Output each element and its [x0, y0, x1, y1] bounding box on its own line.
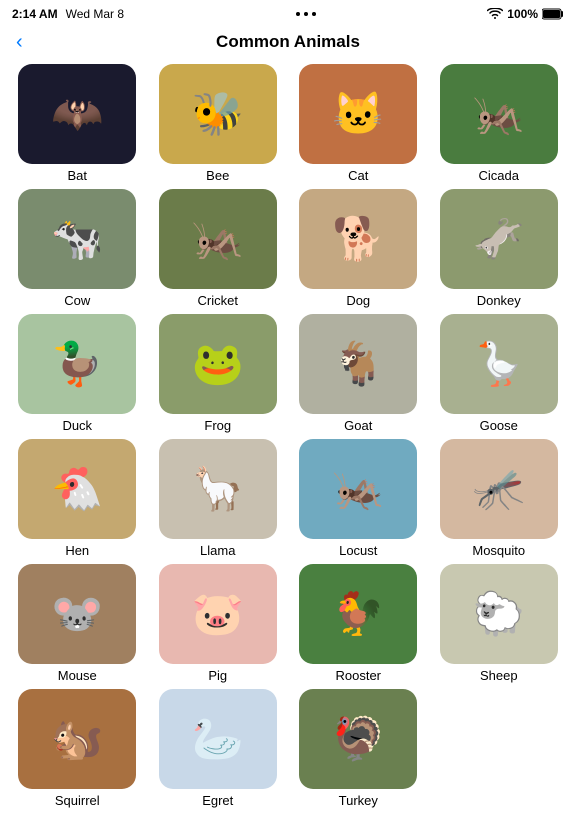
animals-grid: 🦇 Bat 🐝 Bee 🐱 Cat 🦗 Cicada 🐄 Cow 🦗 Cricket 🐕 Dog 🫏 Donk…: [0, 60, 576, 824]
status-bar: 2:14 AM Wed Mar 8 100%: [0, 0, 576, 28]
animal-label-rooster: Rooster: [335, 668, 381, 683]
animal-cell-egret[interactable]: 🦢 Egret: [151, 689, 286, 808]
animal-image-duck: 🦆: [18, 314, 136, 414]
animal-cell-cicada[interactable]: 🦗 Cicada: [432, 64, 567, 183]
animal-label-squirrel: Squirrel: [55, 793, 100, 808]
animal-image-cat: 🐱: [299, 64, 417, 164]
animal-label-locust: Locust: [339, 543, 377, 558]
animal-label-pig: Pig: [208, 668, 227, 683]
animal-label-cow: Cow: [64, 293, 90, 308]
animal-image-bat: 🦇: [18, 64, 136, 164]
animal-label-hen: Hen: [65, 543, 89, 558]
animal-label-frog: Frog: [204, 418, 231, 433]
animal-cell-goose[interactable]: 🪿 Goose: [432, 314, 567, 433]
animal-cell-mouse[interactable]: 🐭 Mouse: [10, 564, 145, 683]
back-button[interactable]: ‹: [16, 31, 23, 54]
animal-image-cow: 🐄: [18, 189, 136, 289]
animal-label-mouse: Mouse: [58, 668, 97, 683]
animal-image-dog: 🐕: [299, 189, 417, 289]
animal-image-locust: 🦗: [299, 439, 417, 539]
animal-cell-donkey[interactable]: 🫏 Donkey: [432, 189, 567, 308]
animal-image-frog: 🐸: [159, 314, 277, 414]
animal-image-sheep: 🐑: [440, 564, 558, 664]
animal-image-bee: 🐝: [159, 64, 277, 164]
animal-cell-turkey[interactable]: 🦃 Turkey: [291, 689, 426, 808]
animal-cell-frog[interactable]: 🐸 Frog: [151, 314, 286, 433]
page-title: Common Animals: [216, 32, 360, 52]
animal-label-bat: Bat: [67, 168, 87, 183]
animal-cell-hen[interactable]: 🐔 Hen: [10, 439, 145, 558]
battery: 100%: [507, 7, 538, 21]
animal-image-cicada: 🦗: [440, 64, 558, 164]
battery-icon: [542, 8, 564, 20]
animal-image-cricket: 🦗: [159, 189, 277, 289]
animal-cell-cow[interactable]: 🐄 Cow: [10, 189, 145, 308]
animal-label-dog: Dog: [346, 293, 370, 308]
animal-cell-pig[interactable]: 🐷 Pig: [151, 564, 286, 683]
status-right: 100%: [487, 7, 564, 21]
animal-image-donkey: 🫏: [440, 189, 558, 289]
animal-label-mosquito: Mosquito: [472, 543, 525, 558]
animal-label-goat: Goat: [344, 418, 372, 433]
animal-cell-locust[interactable]: 🦗 Locust: [291, 439, 426, 558]
animal-cell-cricket[interactable]: 🦗 Cricket: [151, 189, 286, 308]
animal-cell-duck[interactable]: 🦆 Duck: [10, 314, 145, 433]
animal-label-duck: Duck: [62, 418, 92, 433]
animal-label-cricket: Cricket: [198, 293, 238, 308]
animal-image-mouse: 🐭: [18, 564, 136, 664]
animal-cell-bee[interactable]: 🐝 Bee: [151, 64, 286, 183]
animal-image-goat: 🐐: [299, 314, 417, 414]
animal-image-pig: 🐷: [159, 564, 277, 664]
animal-image-llama: 🦙: [159, 439, 277, 539]
nav-bar: ‹ Common Animals: [0, 28, 576, 60]
animal-image-rooster: 🐓: [299, 564, 417, 664]
animal-label-bee: Bee: [206, 168, 229, 183]
animal-image-egret: 🦢: [159, 689, 277, 789]
animal-label-cicada: Cicada: [479, 168, 519, 183]
animal-image-turkey: 🦃: [299, 689, 417, 789]
time: 2:14 AM: [12, 7, 58, 21]
animal-label-egret: Egret: [202, 793, 233, 808]
animal-label-goose: Goose: [480, 418, 518, 433]
animal-image-hen: 🐔: [18, 439, 136, 539]
animal-cell-goat[interactable]: 🐐 Goat: [291, 314, 426, 433]
animal-cell-rooster[interactable]: 🐓 Rooster: [291, 564, 426, 683]
animal-image-goose: 🪿: [440, 314, 558, 414]
status-dots: [296, 12, 316, 16]
animal-image-mosquito: 🦟: [440, 439, 558, 539]
status-left: 2:14 AM Wed Mar 8: [12, 7, 124, 21]
animal-label-turkey: Turkey: [339, 793, 378, 808]
animal-cell-llama[interactable]: 🦙 Llama: [151, 439, 286, 558]
animal-label-sheep: Sheep: [480, 668, 518, 683]
animal-label-llama: Llama: [200, 543, 235, 558]
animal-cell-mosquito[interactable]: 🦟 Mosquito: [432, 439, 567, 558]
animal-cell-cat[interactable]: 🐱 Cat: [291, 64, 426, 183]
animal-cell-sheep[interactable]: 🐑 Sheep: [432, 564, 567, 683]
date: Wed Mar 8: [66, 7, 124, 21]
animal-label-donkey: Donkey: [477, 293, 521, 308]
wifi-icon: [487, 8, 503, 20]
animal-cell-dog[interactable]: 🐕 Dog: [291, 189, 426, 308]
animal-image-squirrel: 🐿️: [18, 689, 136, 789]
animal-label-cat: Cat: [348, 168, 368, 183]
animal-cell-bat[interactable]: 🦇 Bat: [10, 64, 145, 183]
animal-cell-squirrel[interactable]: 🐿️ Squirrel: [10, 689, 145, 808]
